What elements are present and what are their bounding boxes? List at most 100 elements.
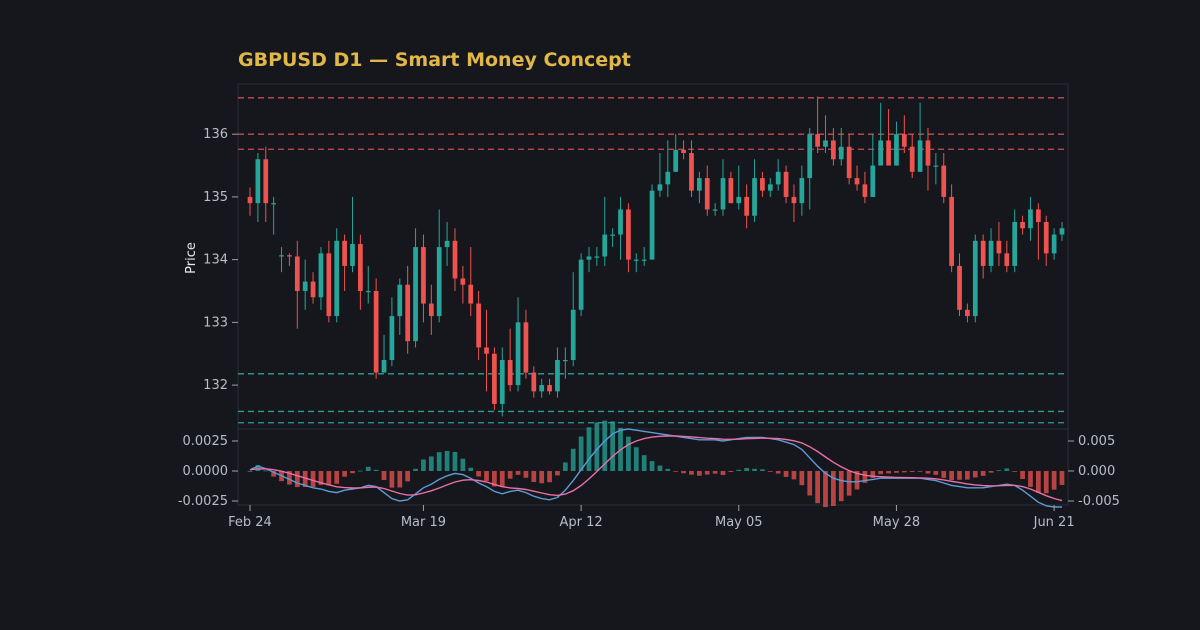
candle-body [318,253,324,298]
candle-body [397,284,403,317]
candle-body [523,322,529,373]
macd-histogram-bar [949,471,954,481]
macd-histogram-bar [428,456,434,471]
macd-histogram-bar [886,471,891,474]
candle-body [925,140,931,166]
candle-body [681,149,686,153]
macd-histogram-bar [1012,471,1018,472]
macd-histogram-bar [586,427,592,471]
macd-histogram-bar [436,452,442,471]
macd-histogram-bar [823,471,828,508]
candle-body [949,196,954,266]
candle-body [255,159,261,204]
candle-body [263,159,269,204]
candle-body [515,322,521,386]
candle-body [302,281,308,291]
candle-body [484,347,489,354]
macd-histogram-bar [626,436,631,471]
macd-histogram-bar [468,467,474,471]
candle-body [980,240,986,266]
macd-histogram-bar [917,471,923,472]
candle-body [562,360,568,362]
date-tick-label: May 28 [873,515,921,530]
macd-histogram-bar [665,468,671,471]
macd-histogram-bar [996,470,1002,472]
macd-histogram-bar [342,471,347,477]
candle-body [728,178,734,204]
candle-body [492,353,497,404]
macd-histogram-bar [704,471,710,475]
candle-body [468,284,474,304]
macd-histogram-bar [1043,471,1049,494]
candle-body [358,243,363,291]
candle-body [1004,253,1010,266]
candle-body [878,140,884,166]
macd-histogram-bar [807,471,813,496]
macd-histogram-bar [925,471,931,474]
macd-histogram-bar [767,471,773,472]
macd-histogram-bar [728,471,734,473]
macd-histogram-bar [1028,471,1033,487]
macd-histogram-bar [901,471,907,473]
candle-body [704,178,710,210]
macd-histogram-bar [570,448,576,471]
candle-body [783,171,789,197]
price-tick-label: 132 [203,378,228,393]
macd-histogram-bar [838,471,844,502]
candle-body [342,240,347,266]
candle-body [1012,222,1018,266]
candle-body [334,240,340,317]
date-tick-label: Jun 21 [1033,515,1075,530]
candle-body [578,259,584,310]
macd-histogram-bar [444,450,450,471]
macd-histogram-bar [358,470,363,472]
macd-histogram-bar [957,471,962,480]
candle-body [271,203,277,205]
macd-histogram-bar [988,471,994,473]
macd-histogram-bar [1020,471,1025,479]
candle-body [381,360,387,373]
candle-body [665,171,671,185]
price-tick-label: 135 [203,190,228,205]
candle-body [413,247,418,342]
candle-body [247,196,253,204]
candle-body [444,240,450,248]
candle-body [657,184,663,191]
macd-histogram-bar [941,471,947,478]
macd-histogram-bar [783,471,789,477]
macd-right-tick-label: -0.005 [1078,494,1120,509]
y-axis-label: Price [184,242,199,274]
macd-histogram-bar [263,470,269,472]
macd-histogram-bar [515,471,521,475]
candle-body [586,256,592,260]
macd-histogram-bar [760,469,765,471]
macd-histogram-bar [460,458,466,471]
candle-body [996,240,1002,254]
macd-histogram-bar [523,471,529,478]
macd-histogram-bar [799,471,805,486]
candle-body [972,240,978,317]
candle-body [689,153,694,191]
chart-title: GBPUSD D1 — Smart Money Concept [238,49,631,71]
candle-body [1028,209,1033,229]
macd-histogram-bar [247,471,253,472]
macd-histogram-bar [831,471,836,506]
macd-histogram-bar [421,459,426,471]
macd-histogram-bar [578,436,584,471]
macd-histogram-bar [507,471,513,479]
price-tick-label: 134 [203,253,228,268]
macd-histogram-bar [397,471,403,488]
candle-body [957,265,962,310]
candle-body [618,209,623,235]
macd-histogram-bar [1051,471,1057,490]
macd-histogram-bar [476,471,481,477]
macd-left-tick-label: 0.0025 [183,434,229,449]
macd-left-tick-label: -0.0025 [178,494,228,509]
macd-histogram-bar [452,451,458,471]
macd-histogram-bar [405,471,411,482]
candle-body [594,256,600,258]
macd-histogram-bar [555,471,560,476]
macd-histogram-bar [980,471,986,476]
macd-histogram-bar [413,468,418,471]
macd-histogram-bar [696,471,702,476]
